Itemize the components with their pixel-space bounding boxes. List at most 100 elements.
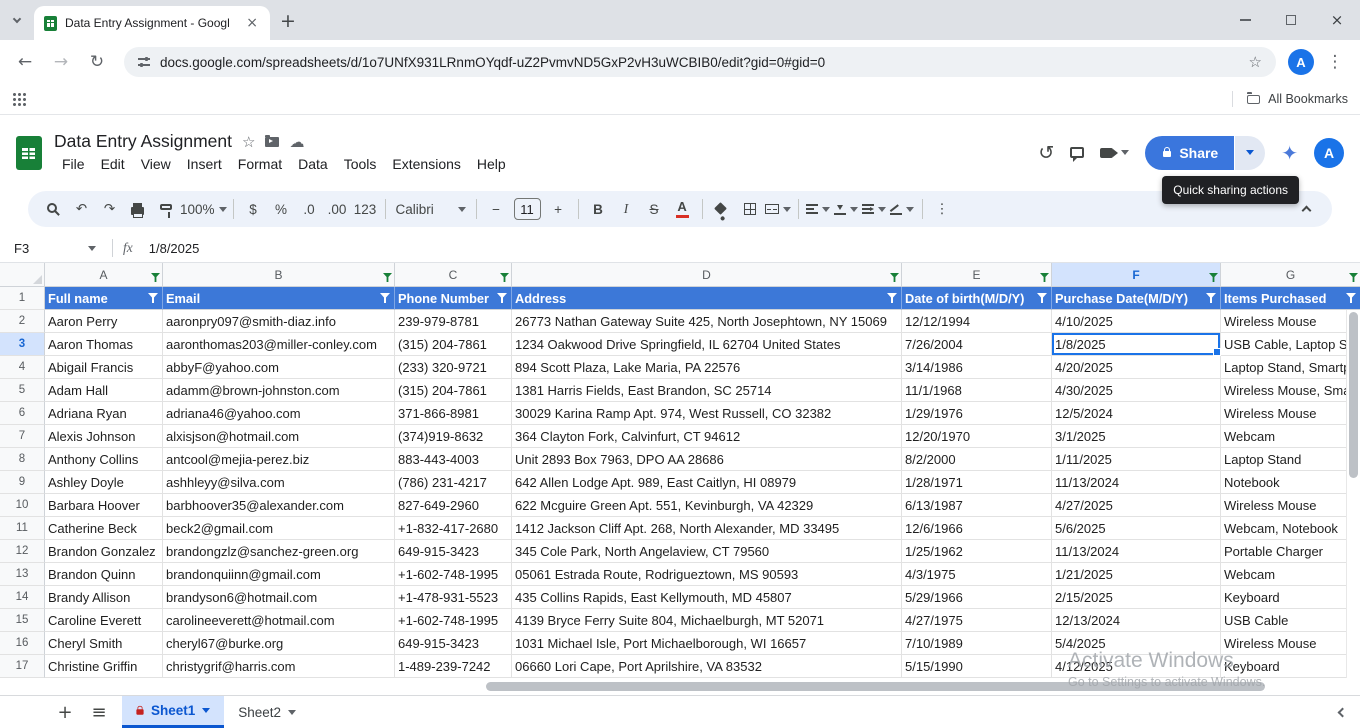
header-filter-icon[interactable]: [148, 293, 158, 303]
header-filter-icon[interactable]: [380, 293, 390, 303]
column-filter-icon[interactable]: [383, 273, 392, 282]
cell-E4[interactable]: 3/14/1986: [902, 356, 1052, 379]
italic-button[interactable]: I: [613, 196, 640, 222]
cell-G17[interactable]: Keyboard: [1221, 655, 1360, 678]
header-cell-B1[interactable]: Email: [163, 287, 395, 310]
row-header-4[interactable]: 4: [0, 356, 45, 379]
browser-avatar[interactable]: A: [1288, 49, 1314, 75]
increase-font-button[interactable]: +: [545, 196, 572, 222]
font-select[interactable]: Calibri: [392, 196, 470, 222]
column-filter-icon[interactable]: [500, 273, 509, 282]
header-cell-F1[interactable]: Purchase Date(M/D/Y): [1052, 287, 1221, 310]
cell-F2[interactable]: 4/10/2025: [1052, 310, 1221, 333]
header-filter-icon[interactable]: [1037, 293, 1047, 303]
cell-E6[interactable]: 1/29/1976: [902, 402, 1052, 425]
percent-format-button[interactable]: %: [268, 196, 295, 222]
cell-F5[interactable]: 4/30/2025: [1052, 379, 1221, 402]
menu-data[interactable]: Data: [290, 154, 336, 174]
row-header-17[interactable]: 17: [0, 655, 45, 678]
new-tab-button[interactable]: +: [280, 2, 296, 32]
cell-A2[interactable]: Aaron Perry: [45, 310, 163, 333]
version-history-icon[interactable]: ↺: [1038, 142, 1054, 164]
cell-D10[interactable]: 622 Mcguire Green Apt. 551, Kevinburgh, …: [512, 494, 902, 517]
column-header-B[interactable]: B: [163, 263, 395, 287]
browser-tab[interactable]: Data Entry Assignment - Googl ×: [34, 6, 270, 40]
search-button[interactable]: [40, 196, 67, 222]
cell-A6[interactable]: Adriana Ryan: [45, 402, 163, 425]
row-header-6[interactable]: 6: [0, 402, 45, 425]
text-color-button[interactable]: A: [669, 196, 696, 222]
cell-G7[interactable]: Webcam: [1221, 425, 1360, 448]
print-button[interactable]: [124, 196, 151, 222]
gemini-sparkle-icon[interactable]: ✦: [1281, 141, 1298, 165]
cell-D7[interactable]: 364 Clayton Fork, Calvinfurt, CT 94612: [512, 425, 902, 448]
cell-D6[interactable]: 30029 Karina Ramp Apt. 974, West Russell…: [512, 402, 902, 425]
column-header-A[interactable]: A: [45, 263, 163, 287]
header-filter-icon[interactable]: [497, 293, 507, 303]
cell-G2[interactable]: Wireless Mouse: [1221, 310, 1360, 333]
apps-grid-icon[interactable]: [12, 92, 26, 106]
cell-E11[interactable]: 12/6/1966: [902, 517, 1052, 540]
cell-B5[interactable]: adamm@brown-johnston.com: [163, 379, 395, 402]
row-header-10[interactable]: 10: [0, 494, 45, 517]
cell-D16[interactable]: 1031 Michael Isle, Port Michaelborough, …: [512, 632, 902, 655]
cell-C2[interactable]: 239-979-8781: [395, 310, 512, 333]
cell-G10[interactable]: Wireless Mouse: [1221, 494, 1360, 517]
cell-F10[interactable]: 4/27/2025: [1052, 494, 1221, 517]
cell-E16[interactable]: 7/10/1989: [902, 632, 1052, 655]
add-sheet-button[interactable]: +: [48, 696, 82, 728]
column-filter-icon[interactable]: [890, 273, 899, 282]
cell-C11[interactable]: +1-832-417-2680: [395, 517, 512, 540]
cell-G4[interactable]: Laptop Stand, Smartp: [1221, 356, 1360, 379]
row-header-16[interactable]: 16: [0, 632, 45, 655]
menu-help[interactable]: Help: [469, 154, 514, 174]
cell-A11[interactable]: Catherine Beck: [45, 517, 163, 540]
fill-color-button[interactable]: [709, 196, 736, 222]
bold-button[interactable]: B: [585, 196, 612, 222]
header-cell-G1[interactable]: Items Purchased: [1221, 287, 1360, 310]
forward-button[interactable]: →: [46, 47, 76, 77]
all-bookmarks-button[interactable]: All Bookmarks: [1232, 91, 1348, 107]
cell-E12[interactable]: 1/25/1962: [902, 540, 1052, 563]
cell-C5[interactable]: (315) 204-7861: [395, 379, 512, 402]
column-filter-icon[interactable]: [1209, 273, 1218, 282]
column-header-E[interactable]: E: [902, 263, 1052, 287]
horizontal-align-button[interactable]: [805, 196, 832, 222]
cell-D4[interactable]: 894 Scott Plaza, Lake Maria, PA 22576: [512, 356, 902, 379]
share-dropdown-button[interactable]: [1235, 135, 1266, 170]
header-cell-A1[interactable]: Full name: [45, 287, 163, 310]
cell-A9[interactable]: Ashley Doyle: [45, 471, 163, 494]
all-sheets-menu-button[interactable]: ≡: [82, 696, 116, 728]
menu-file[interactable]: File: [54, 154, 93, 174]
cell-B11[interactable]: beck2@gmail.com: [163, 517, 395, 540]
cell-C17[interactable]: 1-489-239-7242: [395, 655, 512, 678]
comments-icon[interactable]: [1070, 147, 1085, 162]
cell-C9[interactable]: (786) 231-4217: [395, 471, 512, 494]
cell-C4[interactable]: (233) 320-9721: [395, 356, 512, 379]
cell-F17[interactable]: 4/12/2025: [1052, 655, 1221, 678]
row-header-15[interactable]: 15: [0, 609, 45, 632]
window-maximize-button[interactable]: [1268, 0, 1314, 40]
cell-F14[interactable]: 2/15/2025: [1052, 586, 1221, 609]
increase-decimals-button[interactable]: .00: [324, 196, 351, 222]
header-filter-icon[interactable]: [1206, 293, 1216, 303]
cell-E14[interactable]: 5/29/1966: [902, 586, 1052, 609]
row-header-1[interactable]: 1: [0, 287, 45, 310]
bookmark-star-icon[interactable]: ☆: [1249, 53, 1262, 71]
column-header-D[interactable]: D: [512, 263, 902, 287]
cell-G9[interactable]: Notebook: [1221, 471, 1360, 494]
name-box[interactable]: F3: [14, 241, 102, 256]
cell-B17[interactable]: christygrif@harris.com: [163, 655, 395, 678]
cell-E5[interactable]: 11/1/1968: [902, 379, 1052, 402]
cell-C10[interactable]: 827-649-2960: [395, 494, 512, 517]
move-folder-icon[interactable]: [265, 134, 280, 147]
cell-F6[interactable]: 12/5/2024: [1052, 402, 1221, 425]
cell-A10[interactable]: Barbara Hoover: [45, 494, 163, 517]
strikethrough-button[interactable]: S: [641, 196, 668, 222]
menu-edit[interactable]: Edit: [93, 154, 133, 174]
cell-B8[interactable]: antcool@mejia-perez.biz: [163, 448, 395, 471]
cell-E2[interactable]: 12/12/1994: [902, 310, 1052, 333]
header-cell-E1[interactable]: Date of birth(M/D/Y): [902, 287, 1052, 310]
cell-F16[interactable]: 5/4/2025: [1052, 632, 1221, 655]
cell-B6[interactable]: adriana46@yahoo.com: [163, 402, 395, 425]
